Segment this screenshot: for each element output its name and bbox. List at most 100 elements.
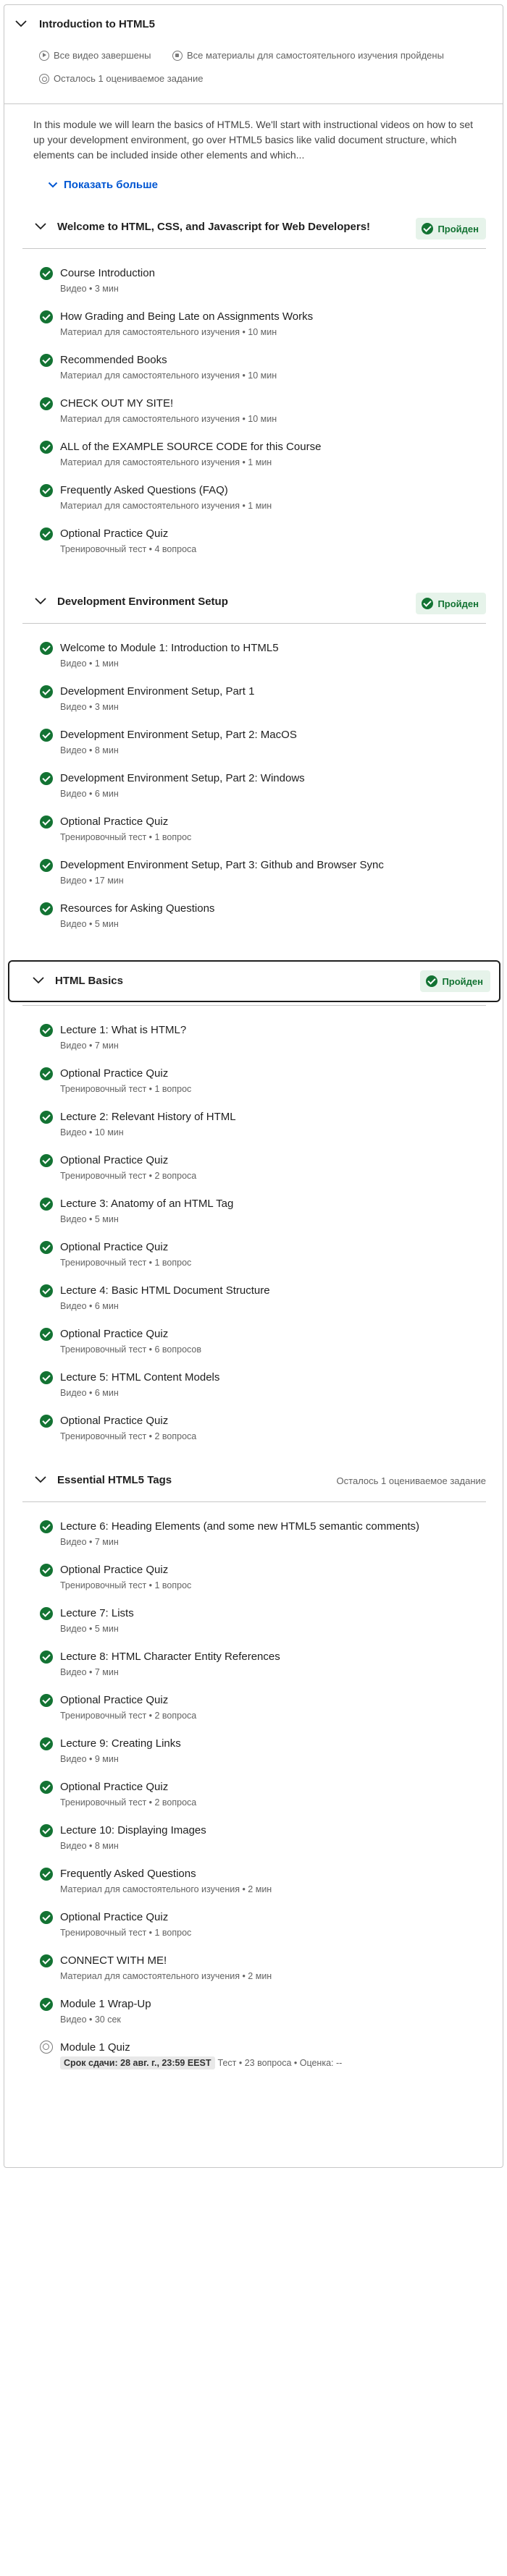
item-meta: Тренировочный тест • 2 вопроса xyxy=(60,1171,197,1181)
list-item[interactable]: Lecture 1: What is HTML? Видео • 7 мин xyxy=(22,1019,486,1055)
chevron-down-icon[interactable] xyxy=(34,597,47,606)
item-title-link[interactable]: CHECK OUT MY SITE! xyxy=(60,392,486,411)
list-item[interactable]: Optional Practice Quiz Тренировочный тест… xyxy=(22,522,486,559)
list-item[interactable]: Frequently Asked Questions Материал для с… xyxy=(22,1863,486,1899)
list-item[interactable]: Optional Practice Quiz Тренировочный тест… xyxy=(22,1236,486,1272)
item-title-link[interactable]: Development Environment Setup, Part 2: W… xyxy=(60,767,486,786)
chevron-down-icon[interactable] xyxy=(32,976,45,985)
item-meta: Видео • 6 мин xyxy=(60,789,119,799)
section-status-note: Осталось 1 оцениваемое задание xyxy=(336,1475,486,1486)
item-title-link[interactable]: Optional Practice Quiz xyxy=(60,1323,486,1342)
item-title-link[interactable]: Module 1 Quiz xyxy=(60,2036,486,2055)
list-item[interactable]: Lecture 2: Relevant History of HTML Видео… xyxy=(22,1106,486,1142)
item-title-link[interactable]: Lecture 3: Anatomy of an HTML Tag xyxy=(60,1192,486,1211)
list-item[interactable]: Optional Practice Quiz Тренировочный тест… xyxy=(22,1776,486,1812)
list-item[interactable]: Recommended Books Материал для самостояте… xyxy=(22,349,486,385)
item-title-link[interactable]: Optional Practice Quiz xyxy=(60,1906,486,1925)
list-item[interactable]: Course Introduction Видео • 3 мин xyxy=(22,262,486,298)
list-item[interactable]: Development Environment Setup, Part 2: M… xyxy=(22,724,486,760)
section-header[interactable]: Development Environment Setup Пройден xyxy=(22,584,486,620)
list-item[interactable]: Module 1 Quiz Срок сдачи: 28 авг. г., 23:… xyxy=(22,2036,486,2072)
item-title-link[interactable]: Lecture 2: Relevant History of HTML xyxy=(60,1106,486,1124)
item-title-link[interactable]: Optional Practice Quiz xyxy=(60,522,486,541)
item-title-link[interactable]: Lecture 1: What is HTML? xyxy=(60,1019,486,1038)
check-circle-icon xyxy=(40,1024,53,1037)
item-title-link[interactable]: Module 1 Wrap-Up xyxy=(60,1993,486,2012)
list-item[interactable]: CHECK OUT MY SITE! Материал для самостоят… xyxy=(22,392,486,428)
item-meta: Тренировочный тест • 2 вопроса xyxy=(60,1711,197,1721)
list-item[interactable]: How Grading and Being Late on Assignment… xyxy=(22,305,486,342)
item-title-link[interactable]: Frequently Asked Questions (FAQ) xyxy=(60,479,486,498)
list-item[interactable]: ALL of the EXAMPLE SOURCE CODE for this … xyxy=(22,436,486,472)
list-item[interactable]: Module 1 Wrap-Up Видео • 30 сек xyxy=(22,1993,486,2029)
item-title-link[interactable]: Development Environment Setup, Part 1 xyxy=(60,680,486,699)
item-title-link[interactable]: Lecture 10: Displaying Images xyxy=(60,1819,486,1838)
chevron-down-icon[interactable] xyxy=(34,1475,47,1484)
list-item[interactable]: Optional Practice Quiz Тренировочный тест… xyxy=(22,1062,486,1098)
list-item[interactable]: CONNECT WITH ME! Материал для самостоятел… xyxy=(22,1949,486,1986)
check-circle-icon xyxy=(40,1415,53,1428)
section-header[interactable]: Essential HTML5 Tags Осталось 1 оцениваем… xyxy=(22,1462,486,1499)
list-item[interactable]: Lecture 3: Anatomy of an HTML Tag Видео •… xyxy=(22,1192,486,1229)
chevron-down-icon[interactable] xyxy=(34,222,47,231)
list-item[interactable]: Lecture 7: Lists Видео • 5 мин xyxy=(22,1602,486,1638)
show-more-button[interactable]: Показать больше xyxy=(48,179,158,191)
chevron-down-icon[interactable] xyxy=(14,20,28,28)
list-item[interactable]: Welcome to Module 1: Introduction to HTM… xyxy=(22,637,486,673)
list-item[interactable]: Optional Practice Quiz Тренировочный тест… xyxy=(22,1689,486,1725)
item-title-link[interactable]: Optional Practice Quiz xyxy=(60,810,486,829)
list-item[interactable]: Frequently Asked Questions (FAQ) Материал… xyxy=(22,479,486,515)
item-title-link[interactable]: Optional Practice Quiz xyxy=(60,1149,486,1168)
section-header[interactable]: HTML Basics Пройден xyxy=(8,960,500,1002)
item-title-link[interactable]: Lecture 5: HTML Content Models xyxy=(60,1366,486,1385)
list-item[interactable]: Lecture 5: HTML Content Models Видео • 6 … xyxy=(22,1366,486,1402)
list-item[interactable]: Lecture 9: Creating Links Видео • 9 мин xyxy=(22,1732,486,1768)
item-title-link[interactable]: Recommended Books xyxy=(60,349,486,368)
item-title-link[interactable]: Development Environment Setup, Part 2: M… xyxy=(60,724,486,742)
list-item[interactable]: Resources for Asking Questions Видео • 5 … xyxy=(22,897,486,933)
item-title-link[interactable]: Development Environment Setup, Part 3: G… xyxy=(60,854,486,873)
section-divider xyxy=(22,1005,486,1006)
item-title-link[interactable]: Resources for Asking Questions xyxy=(60,897,486,916)
section-divider xyxy=(22,1501,486,1502)
list-item[interactable]: Optional Practice Quiz Тренировочный тест… xyxy=(22,1906,486,1942)
item-title-link[interactable]: Optional Practice Quiz xyxy=(60,1062,486,1081)
item-title-link[interactable]: ALL of the EXAMPLE SOURCE CODE for this … xyxy=(60,436,486,454)
check-circle-icon xyxy=(40,397,53,410)
item-title-link[interactable]: Lecture 9: Creating Links xyxy=(60,1732,486,1751)
check-circle-icon xyxy=(40,1328,53,1341)
item-title-link[interactable]: Lecture 7: Lists xyxy=(60,1602,486,1621)
list-item[interactable]: Optional Practice Quiz Тренировочный тест… xyxy=(22,810,486,847)
list-item[interactable]: Development Environment Setup, Part 2: W… xyxy=(22,767,486,803)
item-title-link[interactable]: Optional Practice Quiz xyxy=(60,1559,486,1577)
item-title-link[interactable]: How Grading and Being Late on Assignment… xyxy=(60,305,486,324)
section-header[interactable]: Welcome to HTML, CSS, and Javascript for… xyxy=(22,209,486,245)
list-item[interactable]: Optional Practice Quiz Тренировочный тест… xyxy=(22,1149,486,1185)
item-title-link[interactable]: Optional Practice Quiz xyxy=(60,1410,486,1428)
list-item[interactable]: Development Environment Setup, Part 3: G… xyxy=(22,854,486,890)
item-meta: Срок сдачи: 28 авг. г., 23:59 EEST Тест •… xyxy=(60,2055,486,2069)
list-item[interactable]: Development Environment Setup, Part 1 Вид… xyxy=(22,680,486,716)
list-item[interactable]: Optional Practice Quiz Тренировочный тест… xyxy=(22,1559,486,1595)
item-title-link[interactable]: Frequently Asked Questions xyxy=(60,1863,486,1881)
item-meta: Видео • 9 мин xyxy=(60,1754,119,1764)
list-item[interactable]: Lecture 6: Heading Elements (and some ne… xyxy=(22,1515,486,1551)
list-item[interactable]: Lecture 10: Displaying Images Видео • 8 м… xyxy=(22,1819,486,1855)
item-title-link[interactable]: Lecture 8: HTML Character Entity Referen… xyxy=(60,1645,486,1664)
item-meta: Материал для самостоятельного изучения •… xyxy=(60,457,272,467)
item-title-link[interactable]: Optional Practice Quiz xyxy=(60,1689,486,1708)
item-title-link[interactable]: Lecture 6: Heading Elements (and some ne… xyxy=(60,1515,486,1534)
list-item[interactable]: Lecture 4: Basic HTML Document Structure… xyxy=(22,1279,486,1315)
item-title-link[interactable]: Lecture 4: Basic HTML Document Structure xyxy=(60,1279,486,1298)
item-title-link[interactable]: CONNECT WITH ME! xyxy=(60,1949,486,1968)
item-title-link[interactable]: Optional Practice Quiz xyxy=(60,1236,486,1255)
item-title-link[interactable]: Course Introduction xyxy=(60,262,486,281)
item-title-link[interactable]: Optional Practice Quiz xyxy=(60,1776,486,1795)
section-title: Welcome to HTML, CSS, and Javascript for… xyxy=(57,221,371,233)
check-circle-icon xyxy=(422,598,434,609)
item-title-link[interactable]: Welcome to Module 1: Introduction to HTM… xyxy=(60,637,486,656)
module-header[interactable]: Introduction to HTML5 xyxy=(4,5,503,50)
list-item[interactable]: Lecture 8: HTML Character Entity Referen… xyxy=(22,1645,486,1682)
list-item[interactable]: Optional Practice Quiz Тренировочный тест… xyxy=(22,1410,486,1446)
list-item[interactable]: Optional Practice Quiz Тренировочный тест… xyxy=(22,1323,486,1359)
